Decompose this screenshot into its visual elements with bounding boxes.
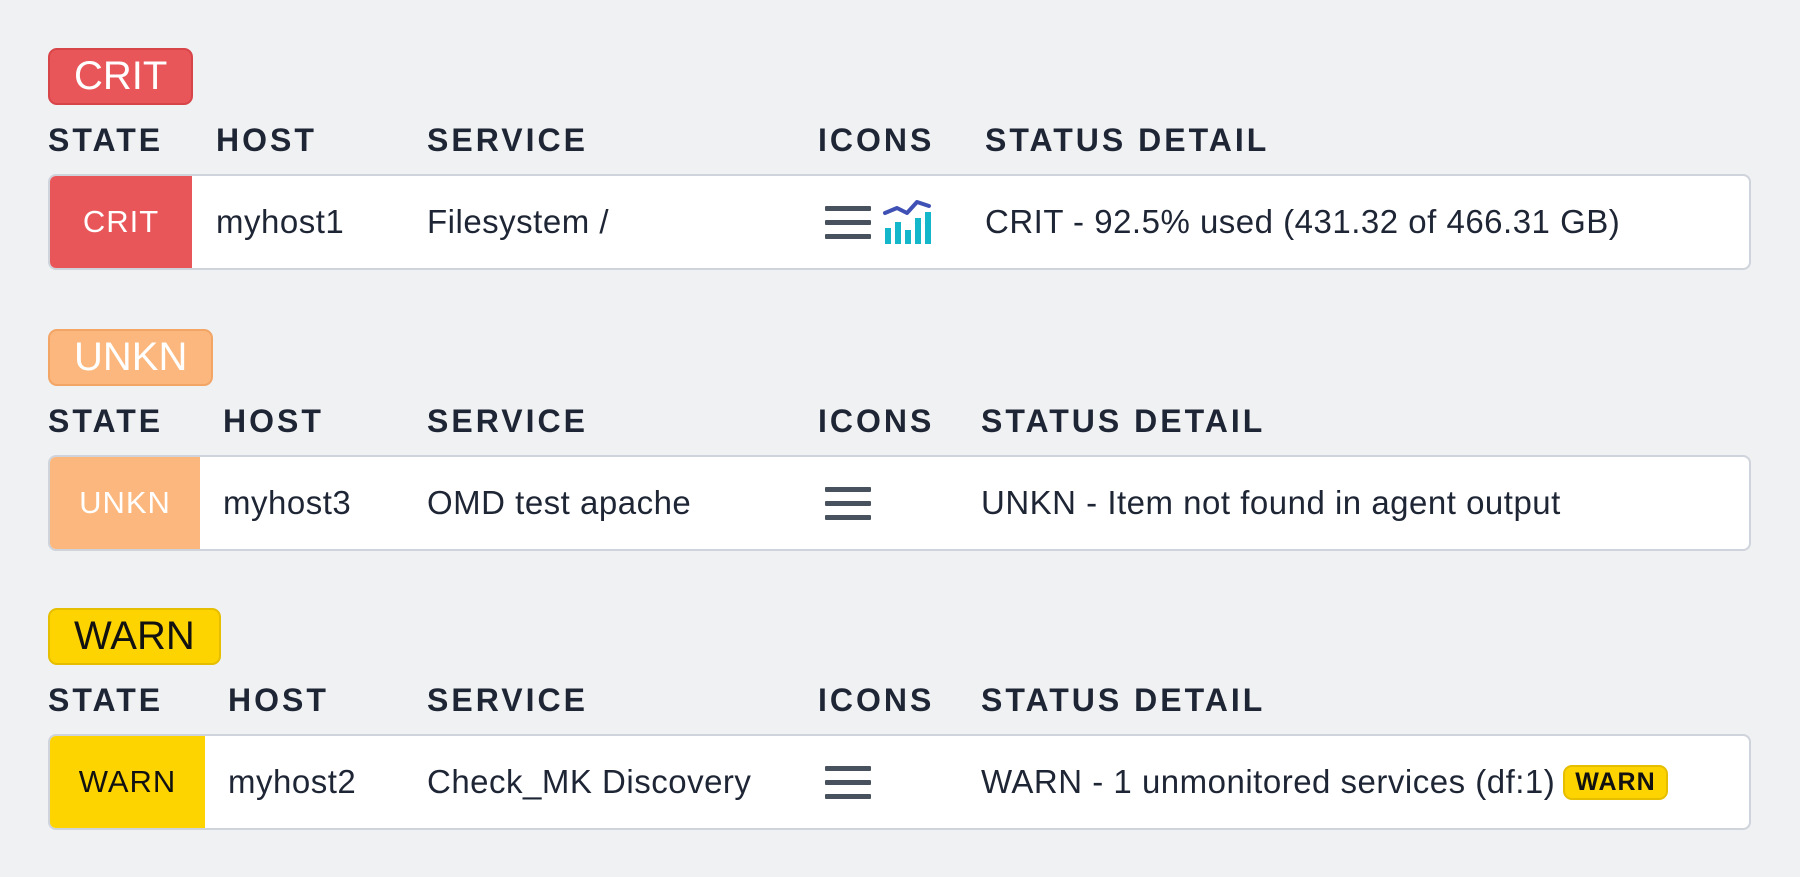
group-badge-unkn: UNKN <box>48 329 214 386</box>
column-header-state[interactable]: STATE <box>48 120 163 160</box>
column-header-host[interactable]: HOST <box>216 120 317 160</box>
column-header-service[interactable]: SERVICE <box>427 120 588 160</box>
host-link[interactable]: myhost3 <box>223 457 351 549</box>
menu-icon[interactable] <box>825 764 871 802</box>
host-link[interactable]: myhost1 <box>216 176 344 268</box>
column-header-status-detail[interactable]: STATUS DETAIL <box>985 120 1269 160</box>
menu-icon[interactable] <box>825 204 871 242</box>
state-cell: CRIT <box>50 176 192 268</box>
table-header: STATE HOST SERVICE ICONS STATUS DETAIL <box>48 120 1751 160</box>
table-row: UNKN myhost3 OMD test apache UNKN - Item… <box>48 455 1751 551</box>
column-header-status-detail[interactable]: STATUS DETAIL <box>981 680 1265 720</box>
group-badge-warn: WARN <box>48 608 221 665</box>
table-row: WARN myhost2 Check_MK Discovery WARN - 1… <box>48 734 1751 830</box>
column-header-service[interactable]: SERVICE <box>427 680 588 720</box>
column-header-icons: ICONS <box>818 403 935 439</box>
column-header-status-detail[interactable]: STATUS DETAIL <box>981 401 1265 441</box>
group-warn: WARN STATE HOST SERVICE ICONS STATUS DET… <box>48 608 1751 830</box>
group-crit: CRIT STATE HOST SERVICE ICONS STATUS DET… <box>48 48 1751 270</box>
column-header-state[interactable]: STATE <box>48 680 163 720</box>
host-link[interactable]: myhost2 <box>228 736 356 828</box>
status-detail: WARN - 1 unmonitored services (df:1) WARN <box>981 736 1668 828</box>
group-unkn: UNKN STATE HOST SERVICE ICONS STATUS DET… <box>48 329 1751 551</box>
table-row: CRIT myhost1 Filesystem / CRIT - 92.5% u… <box>48 174 1751 270</box>
column-header-host[interactable]: HOST <box>223 401 324 441</box>
column-header-state[interactable]: STATE <box>48 401 163 441</box>
column-header-icons: ICONS <box>818 122 935 158</box>
status-detail-text: WARN - 1 unmonitored services (df:1) <box>981 763 1556 800</box>
status-badge-warn: WARN <box>1563 764 1668 800</box>
state-cell: WARN <box>50 736 205 828</box>
table-header: STATE HOST SERVICE ICONS STATUS DETAIL <box>48 401 1751 441</box>
status-detail: UNKN - Item not found in agent output <box>981 484 1561 521</box>
service-link[interactable]: OMD test apache <box>427 457 691 549</box>
menu-icon[interactable] <box>825 485 871 523</box>
column-header-service[interactable]: SERVICE <box>427 401 588 441</box>
service-link[interactable]: Check_MK Discovery <box>427 736 751 828</box>
service-link[interactable]: Filesystem / <box>427 176 609 268</box>
group-badge-crit: CRIT <box>48 48 194 105</box>
column-header-icons: ICONS <box>818 682 935 718</box>
status-detail: CRIT - 92.5% used (431.32 of 466.31 GB) <box>985 203 1621 240</box>
state-cell: UNKN <box>50 457 200 549</box>
table-header: STATE HOST SERVICE ICONS STATUS DETAIL <box>48 680 1751 720</box>
graph-icon[interactable] <box>883 196 933 246</box>
column-header-host[interactable]: HOST <box>228 680 329 720</box>
